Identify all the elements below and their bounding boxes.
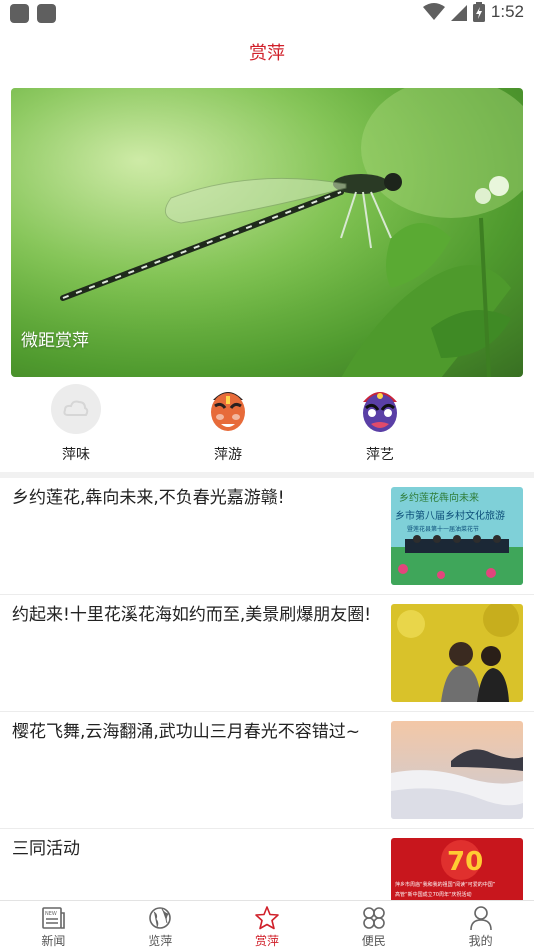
banner-caption: 微距赏萍 [21,331,89,351]
category-pingwei[interactable]: 萍味 [26,384,126,464]
nav-label: 赏萍 [254,934,279,948]
news-thumbnail [391,604,523,702]
thumb-text: 乡市第八届乡村文化旅游 [395,509,505,522]
nav-label: 新闻 [41,934,66,948]
star-icon [255,906,279,930]
svg-text:NEW: NEW [45,911,57,917]
bottom-nav: NEW 新闻 览萍 赏萍 便民 我的 [0,900,534,950]
app-notification-icon [10,4,29,23]
category-pingyi[interactable]: 萍艺 [330,384,430,464]
opera-mask-icon [203,384,253,434]
category-label: 萍艺 [366,447,394,463]
page-header: 赏萍 [0,28,534,76]
nav-tab-shangping[interactable]: 赏萍 [214,901,321,950]
app-notification-icon [37,4,56,23]
list-item[interactable]: 约起来!十里花溪花海如约而至,美景刷爆朋友圈! [0,595,534,712]
battery-icon [472,2,485,22]
news-list: 乡约莲花,犇向未来,不负春光嘉游赣! 乡约莲花犇向未来 乡市第八届乡村文化旅游 … [0,478,534,946]
news-thumbnail: 乡约莲花犇向未来 乡市第八届乡村文化旅游 暨莲花县第十一届油菜花节 [391,487,523,585]
status-time: 1:52 [490,2,524,21]
list-item[interactable]: 樱花飞舞,云海翻涌,武功山三月春光不容错过~ [0,712,534,829]
nav-label: 我的 [468,934,493,948]
nav-label: 览萍 [148,934,173,948]
featured-banner[interactable]: 微距赏萍 [11,88,523,377]
svg-text:70: 70 [447,847,483,877]
grid-icon [362,907,385,929]
thumb-text: 乡约莲花犇向未来 [399,491,479,504]
thumb-text: 萍乡市周庙“我和我的祖国”阅读“可爱的中国” [395,881,496,888]
person-icon [469,906,492,931]
status-bar: 1:52 [0,0,534,28]
category-label: 萍味 [62,447,90,463]
news-title: 樱花飞舞,云海翻涌,武功山三月春光不容错过~ [12,722,361,742]
signal-icon [450,5,467,21]
nav-tab-mine[interactable]: 我的 [427,901,534,950]
list-item[interactable]: 乡约莲花,犇向未来,不负春光嘉游赣! 乡约莲花犇向未来 乡市第八届乡村文化旅游 … [0,478,534,595]
news-title: 约起来!十里花溪花海如约而至,美景刷爆朋友圈! [12,605,372,625]
page-title: 赏萍 [249,43,285,64]
news-icon: NEW [42,907,66,929]
news-thumbnail [391,721,523,819]
globe-icon [149,907,171,929]
category-label: 萍游 [214,447,242,463]
wifi-icon [422,3,445,20]
opera-mask-icon [355,384,405,434]
news-title: 乡约莲花,犇向未来,不负春光嘉游赣! [12,488,285,508]
category-pingyou[interactable]: 萍游 [178,384,278,464]
news-title: 三同活动 [12,839,80,859]
nav-label: 便民 [361,934,386,948]
nav-tab-news[interactable]: NEW 新闻 [0,901,107,950]
category-row: 萍味 萍游 萍艺 [0,384,534,468]
thumb-text: 暨莲花县第十一届油菜花节 [407,525,479,533]
placeholder-icon [51,384,101,434]
nav-tab-lanping[interactable]: 览萍 [107,901,214,950]
thumb-text: 高管“新中国成立70周年”庆祝活动 [395,891,472,898]
nav-tab-bianmin[interactable]: 便民 [320,901,427,950]
